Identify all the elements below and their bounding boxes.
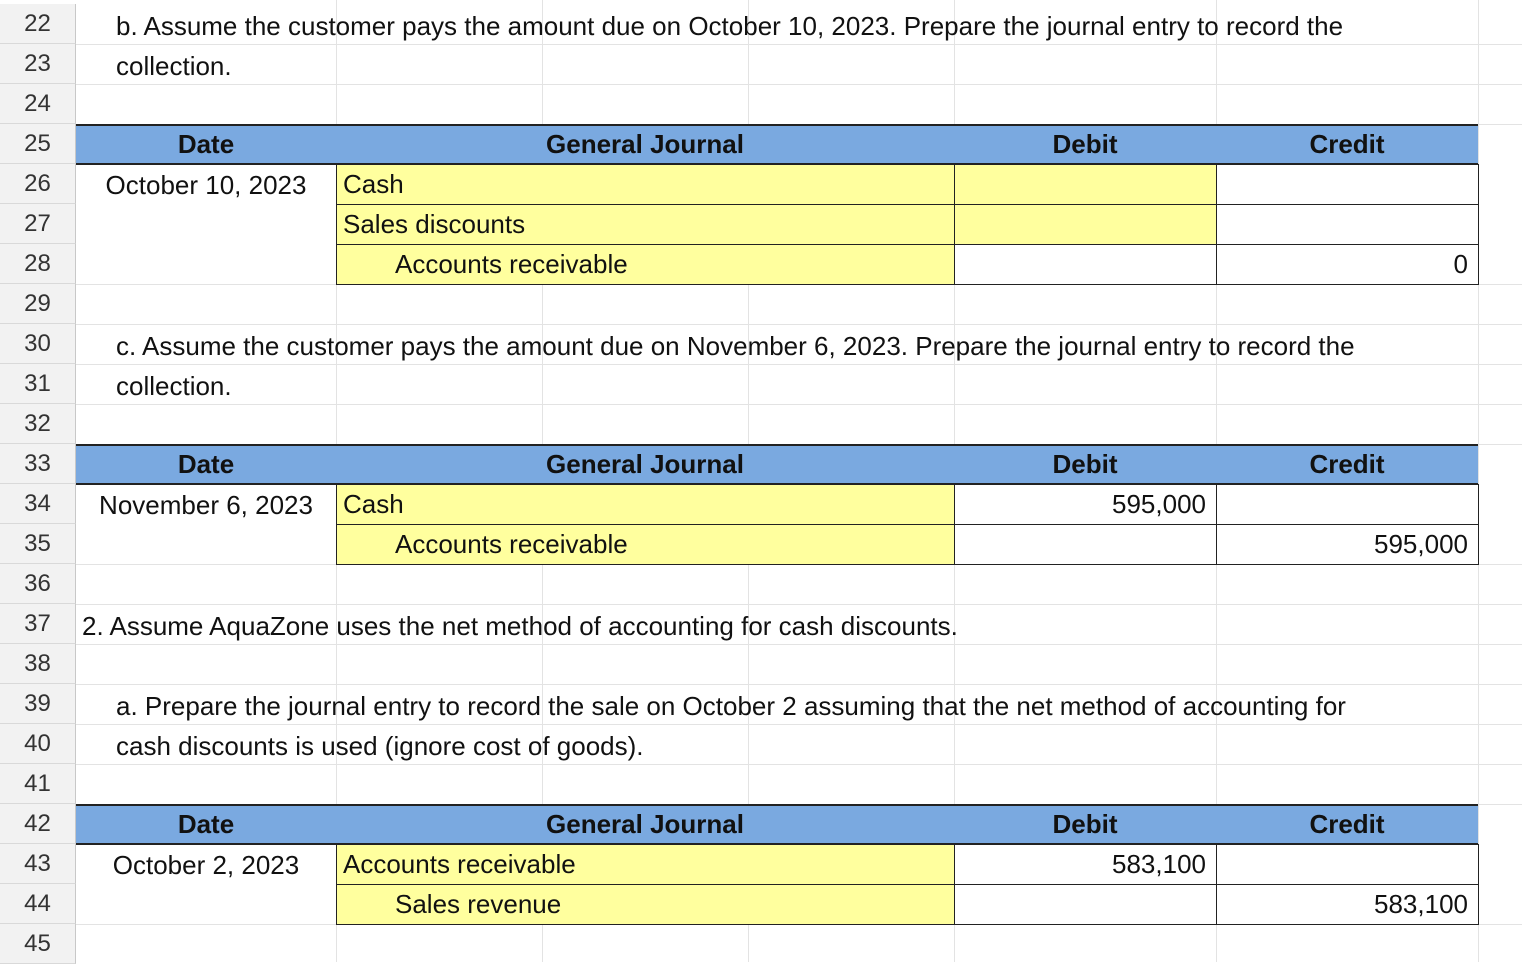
row-header[interactable]: 35 — [0, 524, 76, 564]
debit-cell[interactable]: 595,000 — [954, 484, 1217, 525]
header-general-journal[interactable]: General Journal — [336, 444, 954, 485]
row-header[interactable]: 39 — [0, 684, 76, 724]
row-header[interactable]: 25 — [0, 124, 76, 164]
row-header[interactable]: 37 — [0, 604, 76, 644]
header-date[interactable]: Date — [76, 444, 336, 485]
header-debit[interactable]: Debit — [954, 444, 1216, 485]
header-credit[interactable]: Credit — [1216, 804, 1478, 845]
debit-cell[interactable]: 583,100 — [954, 844, 1217, 885]
header-credit[interactable]: Credit — [1216, 444, 1478, 485]
header-debit[interactable]: Debit — [954, 804, 1216, 845]
header-general-journal[interactable]: General Journal — [336, 124, 954, 165]
credit-cell[interactable] — [1216, 164, 1479, 205]
credit-cell[interactable]: 595,000 — [1216, 524, 1479, 565]
part-c-question-line2: collection. — [116, 371, 232, 401]
part-c-question-line1: c. Assume the customer pays the amount d… — [116, 331, 1355, 361]
debit-cell[interactable] — [954, 524, 1217, 565]
row-header[interactable]: 26 — [0, 164, 76, 204]
row-header[interactable]: 45 — [0, 924, 76, 964]
debit-input-cell[interactable] — [954, 204, 1217, 245]
part-2a-question-line1: a. Prepare the journal entry to record t… — [116, 691, 1346, 721]
debit-cell[interactable] — [954, 884, 1217, 925]
part-b-question-line1: b. Assume the customer pays the amount d… — [116, 11, 1344, 41]
row-header[interactable]: 24 — [0, 84, 76, 124]
section-2-title: 2. Assume AquaZone uses the net method o… — [82, 611, 958, 641]
row-header[interactable]: 33 — [0, 444, 76, 484]
grid-line — [76, 404, 1522, 405]
credit-cell[interactable] — [1216, 844, 1479, 885]
row-header[interactable]: 31 — [0, 364, 76, 404]
credit-cell[interactable]: 0 — [1216, 244, 1479, 285]
grid-line — [1478, 0, 1479, 962]
row-header[interactable]: 29 — [0, 284, 76, 324]
grid-line — [76, 684, 1522, 685]
row-header[interactable]: 40 — [0, 724, 76, 764]
account-cell[interactable]: Cash — [336, 164, 955, 205]
debit-input-cell[interactable] — [954, 164, 1217, 205]
row-header[interactable]: 22 — [0, 4, 76, 44]
debit-cell[interactable] — [954, 244, 1217, 285]
row-header[interactable]: 43 — [0, 844, 76, 884]
account-cell[interactable]: Accounts receivable — [336, 524, 955, 565]
entry-date-cell[interactable]: October 2, 2023 — [76, 845, 336, 885]
part-b-question-line2: collection. — [116, 51, 232, 81]
row-header[interactable]: 28 — [0, 244, 76, 284]
row-header[interactable]: 41 — [0, 764, 76, 804]
grid-line — [76, 324, 1522, 325]
row-header[interactable]: 34 — [0, 484, 76, 524]
row-header[interactable]: 27 — [0, 204, 76, 244]
credit-cell[interactable] — [1216, 204, 1479, 245]
account-cell[interactable]: Cash — [336, 484, 955, 525]
row-header[interactable]: 38 — [0, 644, 76, 684]
header-date[interactable]: Date — [76, 804, 336, 845]
row-header[interactable]: 30 — [0, 324, 76, 364]
header-credit[interactable]: Credit — [1216, 124, 1478, 165]
part-2a-question-line2: cash discounts is used (ignore cost of g… — [116, 731, 644, 761]
entry-date-cell[interactable]: October 10, 2023 — [76, 165, 336, 205]
entry-date-cell[interactable]: November 6, 2023 — [76, 485, 336, 525]
account-cell[interactable]: Sales discounts — [336, 204, 955, 245]
account-cell[interactable]: Accounts receivable — [336, 844, 955, 885]
header-date[interactable]: Date — [76, 124, 336, 165]
row-header[interactable]: 32 — [0, 404, 76, 444]
row-header[interactable]: 36 — [0, 564, 76, 604]
grid-line — [76, 604, 1522, 605]
row-header[interactable]: 44 — [0, 884, 76, 924]
account-cell[interactable]: Sales revenue — [336, 884, 955, 925]
spreadsheet: 22 23 24 25 26 27 28 29 30 31 32 33 34 3… — [0, 0, 1522, 964]
credit-cell[interactable] — [1216, 484, 1479, 525]
row-header[interactable]: 42 — [0, 804, 76, 844]
account-cell[interactable]: Accounts receivable — [336, 244, 955, 285]
grid-line — [76, 84, 1522, 85]
header-general-journal[interactable]: General Journal — [336, 804, 954, 845]
header-debit[interactable]: Debit — [954, 124, 1216, 165]
credit-cell[interactable]: 583,100 — [1216, 884, 1479, 925]
row-header[interactable]: 23 — [0, 44, 76, 84]
